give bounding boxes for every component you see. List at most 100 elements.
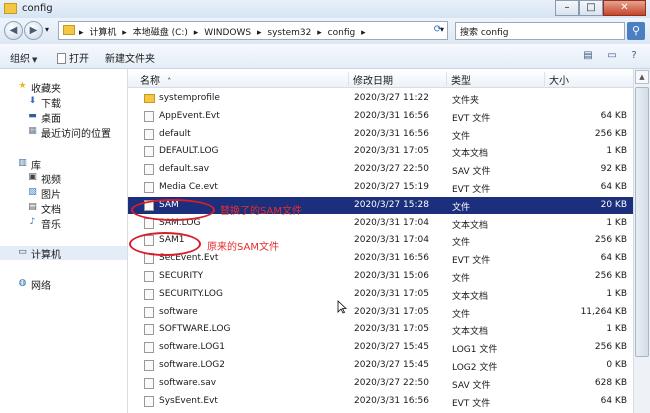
table-row[interactable]: software 2020/3/31 17:05 文件 11,264 KB — [128, 304, 633, 321]
table-row[interactable]: SECURITY 2020/3/31 15:06 文件 256 KB — [128, 268, 633, 285]
table-row[interactable]: SECURITY.LOG 2020/3/31 17:05 文本文档 1 KB — [128, 286, 633, 303]
table-row[interactable]: default.sav 2020/3/27 22:50 SAV 文件 92 KB — [128, 161, 633, 178]
help-icon[interactable]: ? — [626, 48, 642, 64]
breadcrumb-separator[interactable]: ▸ — [317, 28, 322, 38]
back-button[interactable]: ◀ — [4, 21, 23, 40]
close-button[interactable]: ✕ — [603, 0, 646, 16]
toolbar: 组织 ▼ 打开 新建文件夹 ▤ ▭ ? — [0, 44, 650, 69]
new-folder-button[interactable]: 新建文件夹 — [105, 50, 155, 65]
breadcrumb-separator[interactable]: ▸ — [361, 28, 366, 38]
file-name: SOFTWARE.LOG — [159, 324, 231, 335]
sidebar-item-music[interactable]: ♪ 音乐 — [0, 216, 127, 231]
table-row[interactable]: default 2020/3/31 16:56 文件 256 KB — [128, 126, 633, 143]
file-list: systemprofile 2020/3/27 11:22 文件夹 AppEvent.… — [128, 90, 633, 413]
address-row: ◀ ▶ ▾ ▸ 计算机 ▸ 本地磁盘 (C:) ▸ WINDOWS ▸ syst… — [0, 18, 650, 44]
table-row[interactable]: SOFTWARE.LOG 2020/3/31 17:05 文本文档 1 KB — [128, 321, 633, 338]
file-type: SAV 文件 — [452, 167, 491, 178]
column-header-type[interactable]: 类型 — [446, 72, 544, 87]
breadcrumb-separator[interactable]: ▸ — [194, 28, 199, 38]
file-date: 2020/3/31 15:06 — [354, 271, 429, 281]
breadcrumb-config[interactable]: config — [328, 28, 356, 38]
file-size: 0 KB — [606, 360, 627, 370]
table-row[interactable]: software.LOG2 2020/3/27 15:45 LOG2 文件 0 KB — [128, 357, 633, 374]
file-size: 1 KB — [606, 217, 627, 228]
folder-icon — [4, 3, 17, 14]
preview-pane-icon[interactable]: ▭ — [604, 48, 620, 64]
computer-icon: ▭ — [18, 247, 27, 257]
breadcrumb-separator[interactable]: ▸ — [122, 28, 127, 38]
file-size: 64 KB — [600, 110, 627, 121]
column-header-date[interactable]: 修改日期 — [348, 72, 446, 87]
file-name: SECURITY.LOG — [159, 288, 223, 299]
file-date: 2020/3/31 16:56 — [354, 395, 429, 406]
file-type: 文本文档 — [452, 220, 489, 231]
table-row[interactable]: AppEvent.Evt 2020/3/31 16:56 EVT 文件 64 KB — [128, 108, 633, 125]
organize-button[interactable]: 组织 ▼ — [10, 50, 37, 65]
file-size: 11,264 KB — [580, 306, 627, 317]
file-name: SysEvent.Evt — [159, 395, 218, 406]
breadcrumb-separator[interactable]: ▸ — [257, 28, 262, 38]
folder-icon — [63, 25, 75, 35]
sidebar-item-favorites[interactable]: ★ 收藏夹 — [0, 80, 127, 95]
vertical-scrollbar[interactable]: ▲ — [633, 69, 650, 413]
minimize-button[interactable]: – — [555, 0, 579, 16]
table-row[interactable]: software.LOG1 2020/3/27 15:45 LOG1 文件 256 K… — [128, 339, 633, 356]
sidebar-item-downloads[interactable]: ⬇ 下载 — [0, 95, 127, 110]
sidebar-item-recent-places[interactable]: ▦ 最近访问的位置 — [0, 125, 127, 140]
sidebar-item-computer[interactable]: ▭ 计算机 — [0, 246, 127, 261]
column-header-size[interactable]: 大小 — [544, 72, 633, 87]
maximize-button[interactable]: □ — [579, 0, 603, 16]
table-row[interactable]: DEFAULT.LOG 2020/3/31 17:05 文本文档 1 KB — [128, 143, 633, 160]
file-icon — [144, 360, 154, 371]
table-row[interactable]: Media Ce.evt 2020/3/27 15:19 EVT 文件 64 KB — [128, 179, 633, 196]
file-size: 628 KB — [594, 377, 627, 388]
scroll-up-icon[interactable]: ▲ — [635, 70, 649, 84]
file-type: EVT 文件 — [452, 185, 491, 195]
file-date: 2020/3/27 15:19 — [354, 182, 429, 192]
annotation-circle-sam1 — [129, 232, 201, 256]
sidebar-item-network[interactable]: ◍ 网络 — [0, 277, 127, 292]
breadcrumb-system32[interactable]: system32 — [267, 28, 311, 38]
file-type: EVT 文件 — [452, 256, 491, 267]
table-row[interactable]: SAM1 2020/3/31 17:04 文件 256 KB — [128, 232, 633, 249]
file-icon — [144, 146, 154, 158]
breadcrumb-windows[interactable]: WINDOWS — [204, 28, 251, 38]
scrollbar-thumb[interactable] — [635, 87, 649, 357]
title-bar: config – □ ✕ — [0, 0, 650, 18]
file-type: 文件 — [452, 274, 471, 284]
forward-button[interactable]: ▶ — [24, 21, 43, 40]
search-icon[interactable]: ⚲ — [627, 22, 645, 40]
breadcrumb-separator[interactable]: ▸ — [79, 28, 84, 38]
file-name: Media Ce.evt — [159, 182, 218, 192]
table-row[interactable]: SysEvent.Evt 2020/3/31 16:56 EVT 文件 64 KB — [128, 393, 633, 410]
address-bar[interactable]: ▸ 计算机 ▸ 本地磁盘 (C:) ▸ WINDOWS ▸ system32 ▸… — [58, 21, 448, 40]
sidebar-item-documents[interactable]: ▤ 文档 — [0, 201, 127, 216]
video-icon: ▣ — [28, 172, 37, 182]
search-input[interactable]: 搜索 config — [455, 22, 625, 40]
file-type: EVT 文件 — [452, 398, 491, 409]
file-date: 2020/3/27 22:50 — [354, 164, 429, 175]
table-row[interactable]: software.sav 2020/3/27 22:50 SAV 文件 628 KB — [128, 375, 633, 392]
file-name: AppEvent.Evt — [159, 110, 220, 121]
sidebar-item-videos[interactable]: ▣ 视频 — [0, 171, 127, 186]
file-size: 92 KB — [600, 164, 627, 175]
open-button[interactable]: 打开 — [57, 50, 89, 65]
file-icon — [144, 395, 154, 407]
table-row[interactable]: SecEvent.Evt 2020/3/31 16:56 EVT 文件 64 KB — [128, 250, 633, 267]
breadcrumb-computer[interactable]: 计算机 — [89, 28, 116, 38]
file-date: 2020/3/31 16:56 — [354, 128, 429, 139]
sidebar-item-pictures[interactable]: ▧ 图片 — [0, 186, 127, 201]
sidebar-item-desktop[interactable]: ▬ 桌面 — [0, 110, 127, 125]
table-row[interactable]: systemprofile 2020/3/27 11:22 文件夹 — [128, 90, 633, 107]
column-header-name[interactable]: 名称 ˄ — [136, 72, 348, 87]
breadcrumb-local-disk[interactable]: 本地磁盘 (C:) — [133, 28, 188, 38]
view-options-icon[interactable]: ▤ — [580, 48, 596, 64]
file-size: 1 KB — [606, 288, 627, 299]
file-date: 2020/3/31 17:05 — [354, 306, 429, 317]
star-icon: ★ — [18, 81, 27, 91]
history-dropdown[interactable]: ▾ — [45, 25, 49, 34]
document-icon: ▤ — [28, 202, 37, 212]
sidebar-item-libraries[interactable]: ▥ 库 — [0, 157, 127, 172]
refresh-icon[interactable]: ⟳ — [430, 21, 446, 38]
folder-icon — [144, 94, 155, 103]
